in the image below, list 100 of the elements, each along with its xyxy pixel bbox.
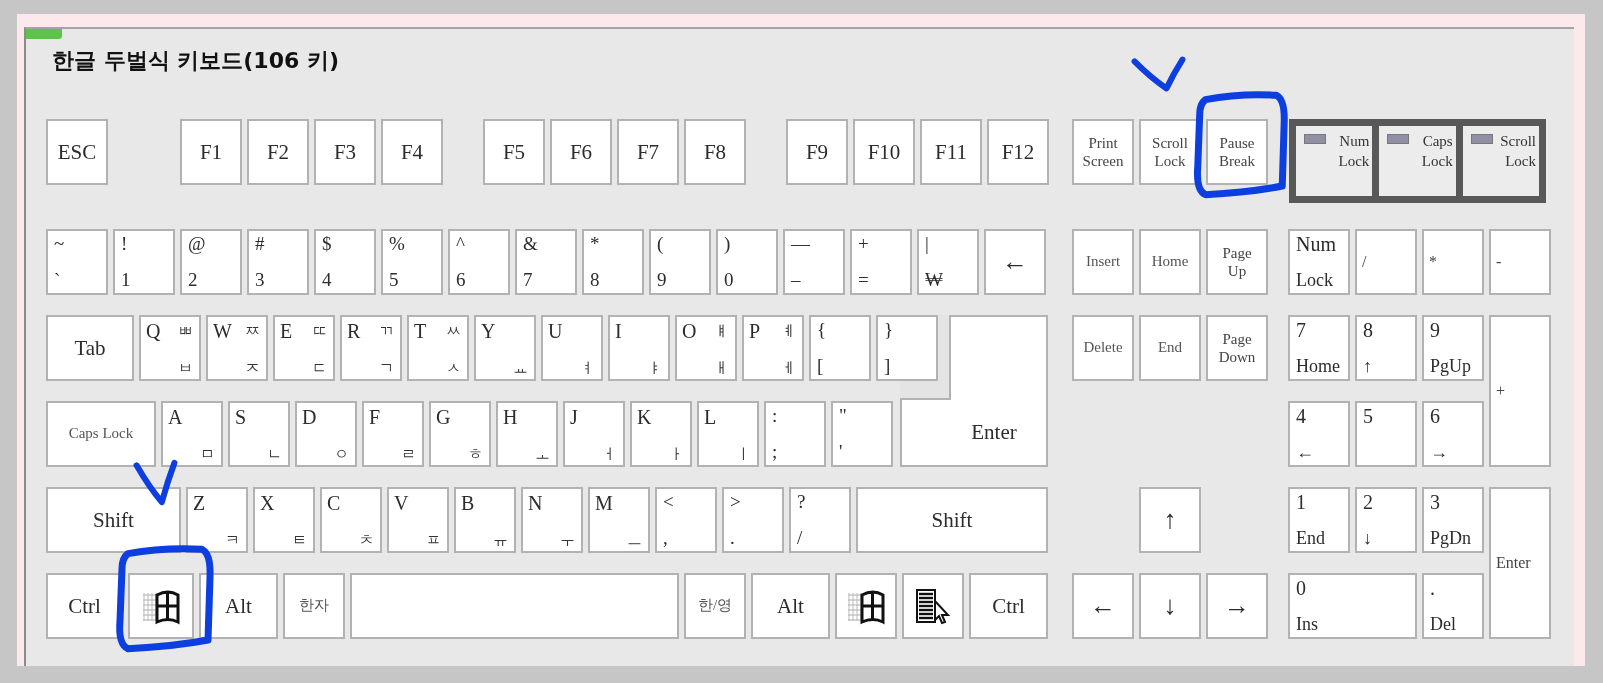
key-legend: ₩ — [925, 270, 943, 290]
key-legend: | — [925, 234, 929, 254]
key-letter: J — [570, 406, 579, 430]
jamo-legend: ㅕ — [580, 356, 595, 376]
key-label: Scroll Lock — [1152, 134, 1188, 170]
key-legend: 1 — [1296, 492, 1306, 513]
key-legend: 9 — [1430, 320, 1440, 341]
jamo-legend: ㅓ — [602, 442, 617, 462]
keyboard-key: - — [1489, 229, 1551, 295]
key-label: Print Screen — [1082, 134, 1124, 170]
keyboard-key: F8 — [684, 119, 746, 185]
check-annotation — [1130, 56, 1187, 92]
keyboard-key: Alt — [751, 573, 830, 639]
key-legend: 7 — [523, 270, 533, 290]
key-legend: ? — [797, 492, 806, 512]
key-legend: ' — [839, 442, 843, 462]
keyboard-key: Insert — [1072, 229, 1134, 295]
key-letter: F — [369, 406, 382, 430]
jamo-legend: ㅌ — [292, 528, 307, 548]
key-legend: . — [1430, 578, 1435, 599]
key-legend: & — [523, 234, 538, 254]
jamo-legend: ㄷ — [312, 356, 327, 376]
key-letter: G — [436, 406, 452, 430]
key-legend: 7 — [1296, 320, 1306, 341]
key-legend: < — [663, 492, 674, 512]
keyboard-key: → — [1206, 573, 1268, 639]
jamo-legend: ㅎ — [468, 442, 483, 462]
jamo-legend: ㅇ — [334, 442, 349, 462]
keyboard-key: * — [1422, 229, 1484, 295]
jamo-legend: ㄱ — [379, 356, 394, 376]
key-letter: T — [414, 320, 428, 344]
keyboard-key: F12 — [987, 119, 1049, 185]
key-legend: $ — [322, 234, 332, 254]
key-letter: O — [682, 320, 698, 344]
keyboard-key: ↑ — [1139, 487, 1201, 553]
keyboard-key: F7 — [617, 119, 679, 185]
key-legend: ~ — [54, 234, 65, 254]
key-legend: 8 — [590, 270, 600, 290]
jamo-legend: ㄴ — [267, 442, 282, 462]
jamo-legend: ㅁ — [200, 442, 215, 462]
key-legend: Home — [1296, 357, 1340, 376]
key-legend: ↓ — [1363, 529, 1372, 548]
key-legend: → — [1430, 443, 1448, 462]
jamo-legend: ㅛ — [513, 356, 528, 376]
key-legend: 1 — [121, 270, 131, 290]
key-legend: 4 — [322, 270, 332, 290]
keyboard-key: F4 — [381, 119, 443, 185]
jamo-legend: ㅂ — [178, 356, 193, 376]
key-legend: = — [858, 270, 869, 290]
key-legend: Del — [1430, 615, 1456, 634]
indicator-label: Scroll Lock — [1500, 132, 1536, 171]
key-legend: 2 — [188, 270, 198, 290]
jamo-legend: ㄲ — [379, 320, 394, 340]
keyboard-key: + — [1489, 315, 1551, 467]
key-legend: – — [791, 270, 801, 290]
key-letter: W — [213, 320, 233, 344]
jamo-legend: ㅅ — [446, 356, 461, 376]
keyboard-key: Home — [1139, 229, 1201, 295]
key-letter: P — [749, 320, 762, 344]
key-legend: > — [730, 492, 741, 512]
key-legend: ← — [1296, 443, 1314, 462]
key-legend: [ — [817, 356, 824, 376]
keyboard-key: 한/영 — [684, 573, 746, 639]
keyboard-key: Tab — [46, 315, 134, 381]
key-letter: E — [280, 320, 294, 344]
jamo-legend: ㅣ — [736, 442, 751, 462]
key-legend: 0 — [724, 270, 734, 290]
jamo-legend: ㅏ — [669, 442, 684, 462]
key-legend: ) — [724, 234, 731, 254]
keyboard-key: F1 — [180, 119, 242, 185]
key-legend: 8 — [1363, 320, 1373, 341]
indicator-label: Caps Lock — [1421, 132, 1453, 171]
key-legend: ↑ — [1363, 357, 1372, 376]
key-legend: — — [791, 234, 810, 254]
keyboard-key: ESC — [46, 119, 108, 185]
key-letter: D — [302, 406, 318, 430]
key-letter: H — [503, 406, 519, 430]
keyboard-key: Shift — [46, 487, 181, 553]
key-legend: ^ — [456, 234, 465, 254]
key-legend: # — [255, 234, 265, 254]
key-legend: ; — [772, 442, 778, 462]
keyboard-key: F6 — [550, 119, 612, 185]
key-legend: + — [858, 234, 869, 254]
key-legend: ! — [121, 234, 128, 254]
keyboard-key: / — [1355, 229, 1417, 295]
key-letter: S — [235, 406, 248, 430]
key-letter: B — [461, 492, 476, 516]
key-letter: X — [260, 492, 276, 516]
indicator-light — [1470, 134, 1493, 144]
key-letter: I — [615, 320, 623, 344]
keyboard-key: Delete — [1072, 315, 1134, 381]
key-legend: @ — [188, 234, 206, 254]
key-letter: K — [637, 406, 653, 430]
key-legend: % — [389, 234, 405, 254]
jamo-legend: ㅖ — [781, 320, 796, 340]
key-legend: " — [839, 406, 847, 426]
key-legend: ` — [54, 270, 61, 290]
keyboard-key: F3 — [314, 119, 376, 185]
key-legend: * — [590, 234, 600, 254]
indicator-light — [1304, 134, 1326, 144]
